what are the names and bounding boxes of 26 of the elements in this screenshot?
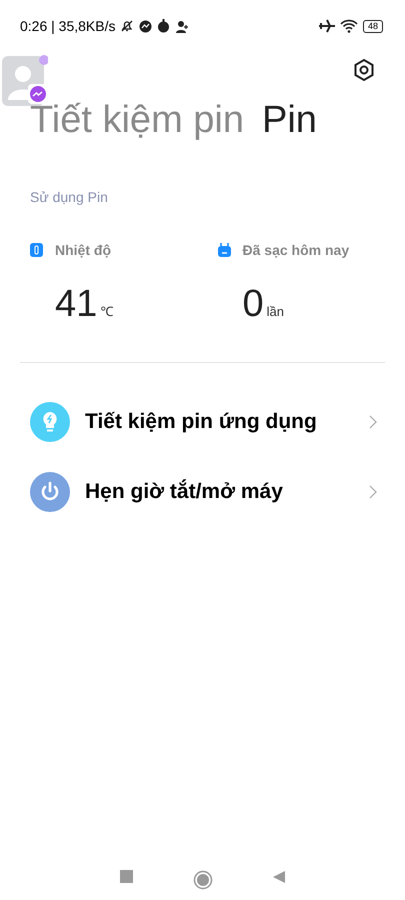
muted-bell-icon (120, 19, 134, 33)
back-button[interactable] (272, 870, 286, 884)
recents-button[interactable] (120, 870, 134, 884)
stat-value: 41 (55, 282, 98, 325)
plug-icon (218, 243, 230, 258)
stat-label: Đã sạc hôm nay (242, 240, 350, 260)
chevron-icon (369, 484, 377, 499)
airplane-icon (318, 19, 335, 33)
settings-icon[interactable] (353, 58, 375, 82)
stat-unit: lần (266, 304, 284, 319)
stat-value: 0 (242, 282, 264, 325)
power-icon (30, 472, 70, 512)
chevron-icon (369, 414, 377, 429)
wifi-icon (340, 19, 358, 33)
home-button[interactable] (192, 870, 212, 890)
chat-bubble-icon (139, 20, 152, 32)
status-time-speed: 0:26 | 35,8KB/s (20, 16, 116, 36)
section-title: Sử dụng Pin (29, 188, 109, 207)
thermometer-icon (30, 243, 43, 258)
add-person-icon (175, 20, 190, 32)
stat-unit: ℃ (100, 304, 114, 319)
round-app-icon (157, 19, 170, 33)
battery-indicator: 48 (362, 20, 383, 32)
tab[interactable]: Pin (262, 100, 317, 142)
lightbulb-icon (30, 402, 70, 442)
stat-label: Nhiệt độ (55, 240, 111, 260)
